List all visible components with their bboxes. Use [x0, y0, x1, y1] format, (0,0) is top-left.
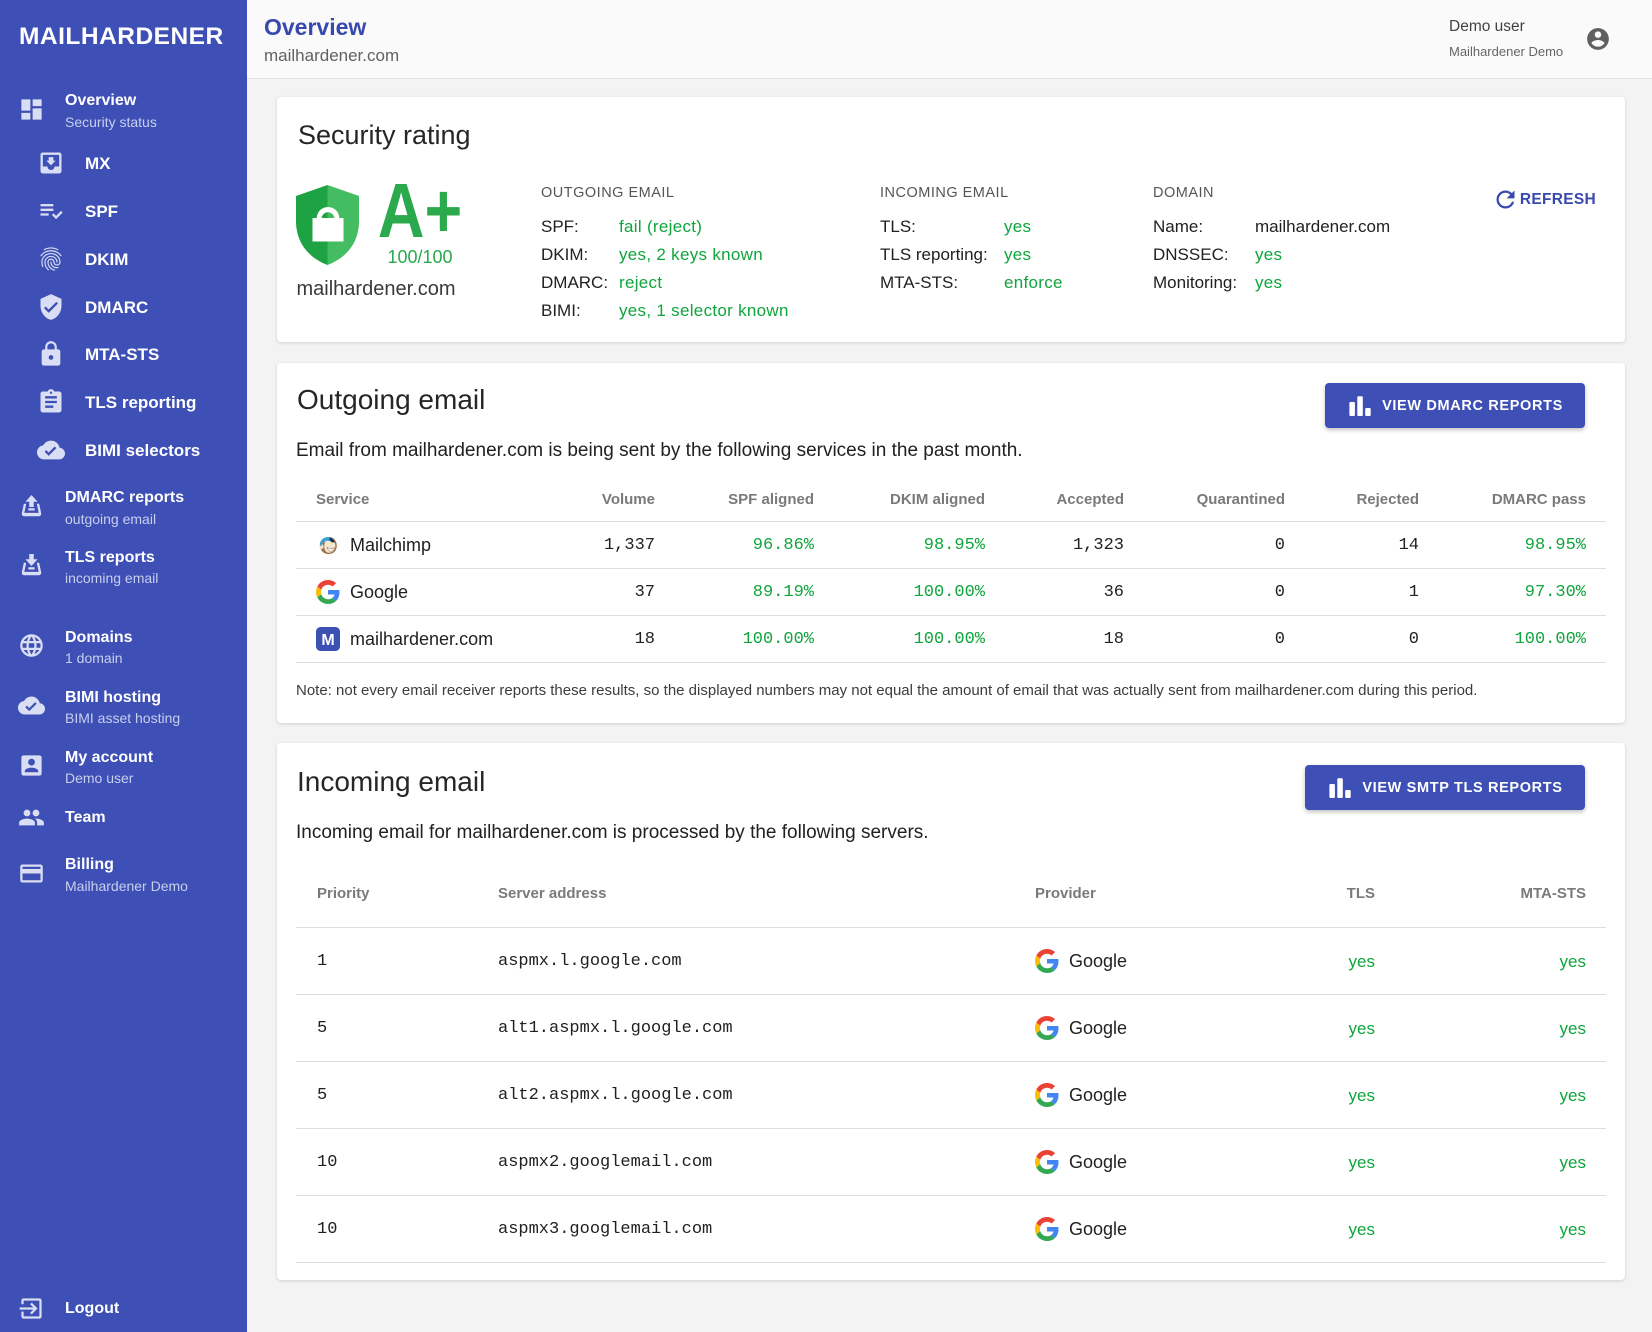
svg-text:M: M: [321, 632, 334, 649]
